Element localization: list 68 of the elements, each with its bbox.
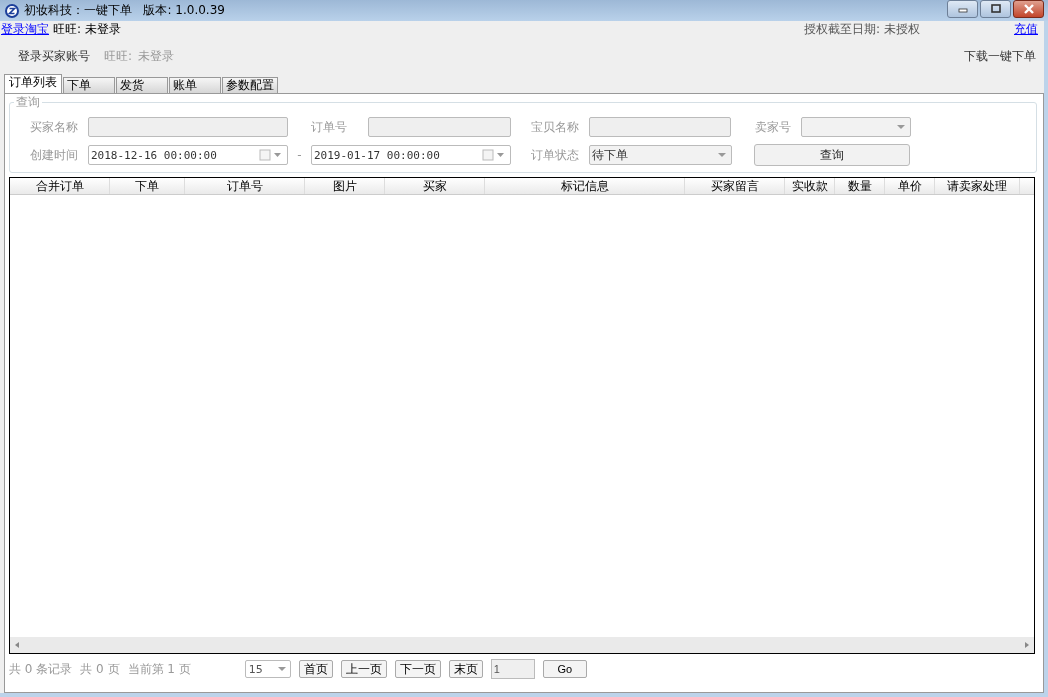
scroll-left-icon[interactable]: [13, 641, 21, 649]
wangwang-label: 旺旺:: [53, 20, 82, 38]
column-header[interactable]: 买家留言: [685, 178, 785, 194]
app-logo-icon: [4, 2, 20, 19]
field-label: 订单状态: [531, 146, 580, 164]
window-title: 初妆科技：一键下单 版本: 1.0.0.39: [24, 2, 225, 19]
maximize-icon: [989, 4, 1002, 14]
column-header[interactable]: 实收款: [785, 178, 835, 194]
buyer-wangwang-status: 未登录: [138, 47, 175, 65]
current-page: 当前第 1 页: [127, 660, 191, 678]
close-button[interactable]: [1013, 0, 1044, 18]
horizontal-scrollbar[interactable]: [10, 637, 1034, 653]
dropdown-arrow-icon: [896, 124, 906, 130]
tab[interactable]: 下单: [63, 77, 115, 93]
column-header[interactable]: 标记信息: [485, 178, 685, 194]
column-header[interactable]: 单价: [885, 178, 935, 194]
search-button[interactable]: 查询: [754, 144, 910, 166]
field-label: 创建时间: [30, 146, 79, 164]
input-field[interactable]: [368, 117, 511, 137]
close-icon: [1021, 4, 1036, 14]
license-status: 未授权: [884, 20, 920, 38]
group-title: 查询: [15, 94, 41, 111]
pager-button[interactable]: 首页: [298, 660, 333, 678]
calendar-icon: [482, 149, 506, 161]
dropdown-arrow-icon: [276, 666, 287, 672]
record-count: 共 0 条记录: [9, 660, 73, 678]
download-link[interactable]: 下载一键下单: [964, 47, 1036, 65]
column-header[interactable]: 数量: [835, 178, 885, 194]
minimize-button[interactable]: [947, 0, 978, 18]
page-count: 共 0 页: [80, 660, 120, 678]
date-picker[interactable]: 2018-12-16 00:00:00: [88, 145, 288, 165]
recharge-link[interactable]: 充值: [1014, 20, 1038, 38]
tab[interactable]: 订单列表: [4, 74, 62, 93]
field-label: 订单号: [311, 118, 348, 136]
wangwang-status: 未登录: [85, 20, 122, 38]
input-field[interactable]: [589, 117, 731, 137]
tab[interactable]: 参数配置: [222, 77, 278, 93]
page-size-dropdown[interactable]: 15: [244, 660, 291, 678]
pager-button[interactable]: 下一页: [394, 660, 441, 678]
login-taobao-link[interactable]: 登录淘宝: [1, 20, 49, 38]
range-dash: -: [297, 148, 302, 162]
field-label: 宝贝名称: [531, 118, 580, 136]
column-header[interactable]: 请卖家处理: [935, 178, 1020, 194]
field-label: 卖家号: [755, 118, 792, 136]
page-input[interactable]: 1: [490, 659, 535, 679]
license-label: 授权截至日期:: [803, 20, 880, 38]
minimize-icon: [956, 5, 969, 13]
date-picker[interactable]: 2019-01-17 00:00:00: [311, 145, 511, 165]
column-header[interactable]: 买家: [385, 178, 485, 194]
column-header[interactable]: 合并订单: [10, 178, 110, 194]
column-header[interactable]: 订单号: [185, 178, 305, 194]
column-header[interactable]: 下单: [110, 178, 185, 194]
pager-button[interactable]: 上一页: [340, 660, 387, 678]
input-field[interactable]: [88, 117, 288, 137]
tab[interactable]: 账单: [169, 77, 221, 93]
go-button[interactable]: Go: [542, 660, 587, 678]
dropdown[interactable]: 待下单: [589, 145, 732, 165]
buyer-login-link[interactable]: 登录买家账号: [18, 47, 90, 65]
buyer-wangwang-label: 旺旺:: [104, 47, 133, 65]
dropdown-arrow-icon: [717, 152, 727, 158]
maximize-button[interactable]: [980, 0, 1011, 18]
field-label: 买家名称: [30, 118, 79, 136]
calendar-icon: [259, 149, 283, 161]
tab[interactable]: 发货: [116, 77, 168, 93]
column-header[interactable]: 图片: [305, 178, 385, 194]
scroll-right-icon[interactable]: [1023, 641, 1031, 649]
pager-button[interactable]: 末页: [448, 660, 483, 678]
dropdown[interactable]: [801, 117, 911, 137]
